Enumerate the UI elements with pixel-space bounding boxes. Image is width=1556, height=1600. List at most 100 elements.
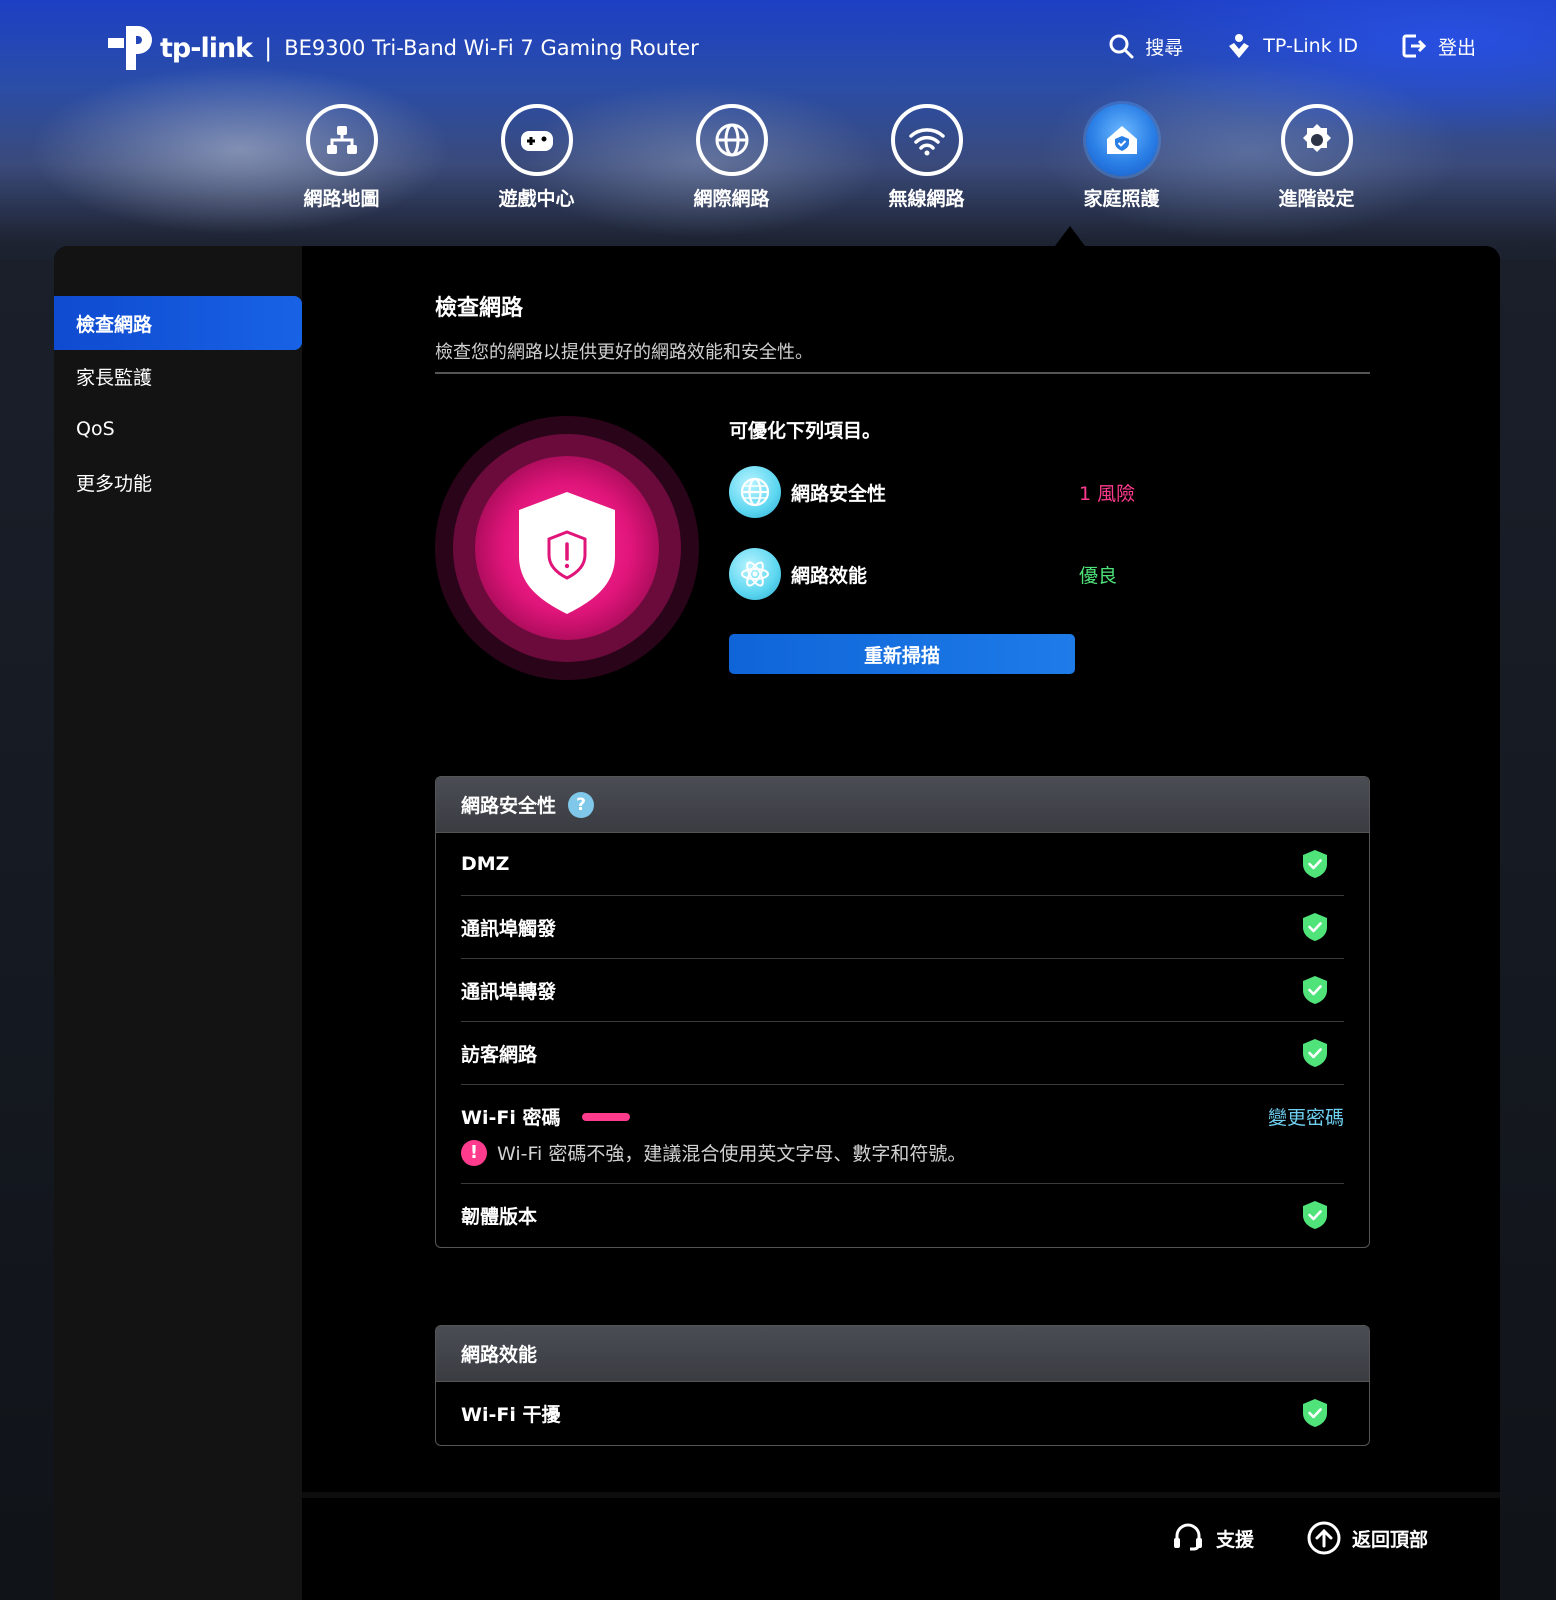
wifi-password-line: Wi-Fi 密碼 bbox=[461, 1103, 631, 1130]
check-row-guest-network: 訪客網路 bbox=[461, 1022, 1344, 1085]
logout-label: 登出 bbox=[1437, 36, 1476, 59]
brand-separator: | bbox=[264, 34, 273, 62]
nav-internet[interactable]: 網際網路 bbox=[634, 104, 829, 211]
back-to-top-label: 返回頂部 bbox=[1351, 1528, 1428, 1551]
check-row-wifi-interference: Wi-Fi 干擾 bbox=[461, 1382, 1344, 1445]
nav-network-map[interactable]: 網路地圖 bbox=[244, 104, 439, 211]
logout-button[interactable]: 登出 bbox=[1400, 32, 1476, 60]
logout-icon bbox=[1402, 34, 1427, 58]
page-description: 檢查您的網路以提供更好的網路效能和安全性。 bbox=[435, 342, 813, 363]
nav-label: 網路地圖 bbox=[303, 188, 380, 210]
ok-shield-icon bbox=[1303, 1039, 1327, 1067]
nav-label: 遊戲中心 bbox=[498, 188, 575, 210]
globe-icon bbox=[729, 466, 781, 518]
search-button[interactable]: 搜尋 bbox=[1107, 32, 1183, 60]
ok-shield-icon bbox=[1303, 1201, 1327, 1229]
tplink-id-button[interactable]: TP-Link ID bbox=[1225, 32, 1358, 60]
nav-label: 網際網路 bbox=[693, 188, 770, 210]
check-row-firmware: 韌體版本 bbox=[461, 1184, 1344, 1247]
sidebar-item-network-check[interactable]: 檢查網路 bbox=[54, 296, 302, 350]
wifi-icon bbox=[890, 104, 963, 176]
check-row-port-forwarding: 通訊埠轉發 bbox=[461, 959, 1344, 1022]
optimize-heading: 可優化下列項目。 bbox=[729, 420, 882, 442]
support-label: 支援 bbox=[1215, 1528, 1254, 1551]
warning-icon: ! bbox=[461, 1139, 487, 1166]
nav-home-care[interactable]: 家庭照護 bbox=[1024, 104, 1219, 211]
tplink-id-label: TP-Link ID bbox=[1263, 35, 1358, 57]
page-title: 檢查網路 bbox=[435, 296, 524, 321]
gamepad-icon bbox=[500, 104, 573, 176]
ok-shield-icon bbox=[1303, 976, 1327, 1004]
ok-shield-icon bbox=[1303, 913, 1327, 941]
back-to-top-link[interactable]: 返回頂部 bbox=[1306, 1520, 1428, 1556]
performance-card: 網路效能 Wi-Fi 干擾 bbox=[435, 1325, 1370, 1446]
footer-links: 支援 返回頂部 bbox=[1170, 1520, 1428, 1556]
check-label: 通訊埠轉發 bbox=[461, 980, 557, 1003]
change-password-link[interactable]: 變更密碼 bbox=[1268, 1103, 1344, 1130]
check-label: 訪客網路 bbox=[461, 1043, 538, 1066]
summary-label: 網路安全性 bbox=[791, 482, 887, 505]
password-strength-bar bbox=[582, 1112, 631, 1121]
ok-shield-icon bbox=[1303, 850, 1327, 878]
product-title: BE9300 Tri-Band Wi-Fi 7 Gaming Router bbox=[284, 36, 699, 60]
ok-shield-icon bbox=[1303, 1399, 1327, 1427]
summary-security: 網路安全性 1 風險 bbox=[729, 466, 1135, 518]
search-label: 搜尋 bbox=[1145, 36, 1184, 59]
nav-label: 家庭照護 bbox=[1083, 188, 1160, 210]
top-actions: 搜尋 TP-Link ID 登出 bbox=[1107, 32, 1476, 60]
main-nav: 網路地圖 遊戲中心 網際網路 無線網路 家庭照護 進階設定 bbox=[244, 104, 1414, 211]
check-label: Wi-Fi 干擾 bbox=[461, 1404, 561, 1426]
network-map-icon bbox=[305, 104, 378, 176]
rescan-button[interactable]: 重新掃描 bbox=[729, 634, 1075, 674]
help-icon[interactable]: ? bbox=[568, 791, 595, 818]
security-status: 1 風險 bbox=[1079, 482, 1136, 505]
check-label: DMZ bbox=[461, 853, 510, 875]
sidebar-item-label: 家長監護 bbox=[76, 366, 153, 389]
main-panel: 檢查網路 家長監護 QoS 更多功能 檢查網路 檢查您的網路以提供更好的網路效能… bbox=[54, 246, 1500, 1600]
check-label: 韌體版本 bbox=[461, 1206, 538, 1228]
nav-label: 無線網路 bbox=[888, 188, 965, 210]
check-row-port-triggering: 通訊埠觸發 bbox=[461, 896, 1344, 959]
summary-performance: 網路效能 優良 bbox=[729, 548, 1117, 600]
left-margin bbox=[0, 260, 54, 1600]
card-header: 網路效能 bbox=[436, 1326, 1369, 1382]
sidebar-item-qos[interactable]: QoS bbox=[54, 402, 302, 456]
check-row-wifi-password: Wi-Fi 密碼 變更密碼 ! Wi-Fi 密碼不強，建議混合使用英文字母、數字… bbox=[461, 1085, 1344, 1184]
nav-label: 進階設定 bbox=[1278, 188, 1355, 210]
check-label: 通訊埠觸發 bbox=[461, 917, 557, 940]
tplink-logo-icon[interactable] bbox=[104, 22, 156, 74]
sidebar-item-more-features[interactable]: 更多功能 bbox=[54, 455, 302, 509]
nav-active-pointer bbox=[1055, 226, 1085, 246]
check-label: Wi-Fi 密碼 bbox=[461, 1107, 561, 1129]
security-card: 網路安全性 ? DMZ 通訊埠觸發 通訊埠轉發 訪客網路 Wi-Fi 密碼 變更… bbox=[435, 776, 1370, 1248]
brand-bar: tp-link | BE9300 Tri-Band Wi-Fi 7 Gaming… bbox=[104, 22, 699, 74]
support-link[interactable]: 支援 bbox=[1170, 1520, 1254, 1556]
warning-text: Wi-Fi 密碼不強，建議混合使用英文字母、數字和符號。 bbox=[497, 1143, 967, 1165]
atom-icon bbox=[729, 548, 781, 600]
card-header: 網路安全性 ? bbox=[436, 777, 1369, 833]
gear-icon bbox=[1280, 104, 1353, 176]
back-to-top-icon bbox=[1307, 1521, 1341, 1555]
sidebar-item-label: QoS bbox=[76, 418, 115, 440]
nav-wireless[interactable]: 無線網路 bbox=[829, 104, 1024, 211]
tplink-id-icon bbox=[1229, 34, 1250, 58]
home-care-icon bbox=[1085, 104, 1158, 176]
risk-shield-icon bbox=[435, 416, 699, 680]
card-title: 網路效能 bbox=[461, 1344, 538, 1366]
sidebar-item-label: 檢查網路 bbox=[76, 313, 153, 336]
sidebar-item-label: 更多功能 bbox=[76, 472, 153, 495]
globe-icon bbox=[695, 104, 768, 176]
search-icon bbox=[1109, 34, 1134, 59]
summary-label: 網路效能 bbox=[791, 564, 868, 587]
headset-icon bbox=[1173, 1523, 1202, 1551]
sidebar: 檢查網路 家長監護 QoS 更多功能 bbox=[54, 246, 302, 1600]
title-divider bbox=[435, 372, 1370, 374]
footer-divider bbox=[302, 1492, 1500, 1498]
card-title: 網路安全性 bbox=[461, 795, 557, 817]
nav-advanced[interactable]: 進階設定 bbox=[1219, 104, 1414, 211]
brand-name: tp-link bbox=[160, 32, 253, 64]
sidebar-item-parental-controls[interactable]: 家長監護 bbox=[54, 349, 302, 403]
check-row-dmz: DMZ bbox=[461, 833, 1344, 896]
right-margin bbox=[1500, 260, 1556, 1600]
nav-game-center[interactable]: 遊戲中心 bbox=[439, 104, 634, 211]
